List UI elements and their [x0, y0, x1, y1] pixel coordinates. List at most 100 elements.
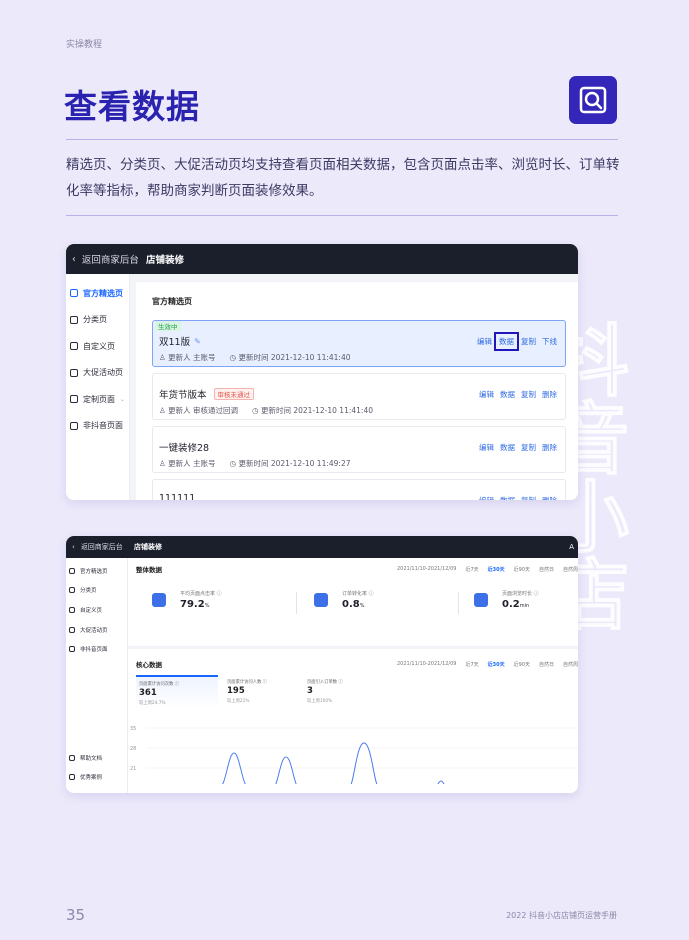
update-time: ◷ 更新时间 2021-12-10 11:41:40 — [252, 406, 373, 415]
sidebar-item-featured[interactable]: 官方精选页 — [66, 280, 129, 307]
page-card: 一键装修28 ♙ 更新人 主账号 ◷ 更新时间 2021-12-10 11:49:… — [152, 426, 566, 473]
top-bar: ‹ 返回商家后台 店铺装修 A — [66, 536, 578, 558]
edit-button[interactable]: 编辑 — [479, 495, 494, 500]
range-option[interactable]: 近90天 — [514, 566, 530, 573]
sidebar-item-custom[interactable]: 自定义页 — [66, 600, 127, 620]
footer-text: 2022 抖音小店店铺页运营手册 — [506, 911, 617, 920]
watermark: 抖音小店 — [575, 319, 630, 632]
edit-icon[interactable]: ✎ — [194, 337, 201, 346]
chevron-left-icon: ‹ — [72, 543, 75, 551]
overall-title: 整体数据 — [136, 566, 162, 574]
card-meta: ♙ 更新人 主账号 ◷ 更新时间 2021-12-10 11:49:27 — [159, 458, 351, 469]
order-icon — [314, 593, 328, 607]
metric-value: 0.8% — [342, 599, 365, 610]
range-option[interactable]: 近7天 — [465, 661, 478, 668]
content-area: 整体数据 2021/11/10-2021/12/09 近7天 近30天 近90天… — [128, 558, 578, 793]
range-option[interactable]: 近90天 — [514, 661, 530, 668]
range-option[interactable]: 近30天 — [488, 661, 505, 668]
data-button[interactable]: 数据 — [500, 495, 515, 500]
card-actions: 编辑 数据 复制 下线 — [477, 332, 557, 351]
y-tick-label: 35 — [130, 726, 136, 732]
sidebar-item-promotion[interactable]: 大促活动页 — [66, 620, 127, 640]
store-title: 店铺装修 — [146, 255, 185, 266]
chart-icon — [152, 593, 166, 607]
copy-button[interactable]: 复制 — [521, 442, 536, 453]
data-button[interactable]: 数据 — [500, 442, 515, 453]
sidebar-item-category[interactable]: 分类页 — [66, 307, 129, 334]
search-data-icon — [569, 76, 617, 124]
offline-button[interactable]: 下线 — [542, 336, 557, 347]
divider — [458, 592, 459, 614]
sidebar-item-help[interactable]: 帮助文档 — [66, 748, 127, 768]
status-badge: 生效中 — [155, 321, 181, 331]
sidebar-item-custom[interactable]: 自定义页 — [66, 333, 129, 360]
back-label: 返回商家后台 — [81, 255, 139, 266]
page-icon — [70, 289, 78, 298]
range-option[interactable]: 自然日 — [539, 566, 554, 573]
sidebar-item-non-douyin[interactable]: 非抖音页面 — [66, 413, 129, 440]
screenshot-data-dashboard: ‹ 返回商家后台 店铺装修 A 官方精选页 分类页 自定义页 大促活动页 非抖音… — [66, 536, 578, 793]
data-button[interactable]: 数据 — [500, 389, 515, 400]
clock-icon: ◷ — [252, 406, 259, 415]
sidebar: 官方精选页 分类页 自定义页 大促活动页 非抖音页面 帮助文档 优秀案例 — [66, 558, 128, 793]
back-link[interactable]: ‹ 返回商家后台 — [66, 252, 146, 267]
page-icon — [70, 421, 78, 430]
store-title: 店铺装修 — [134, 543, 162, 551]
delete-button[interactable]: 删除 — [542, 389, 557, 400]
edit-button[interactable]: 编辑 — [479, 442, 494, 453]
y-tick-label: 28 — [130, 746, 136, 752]
copy-button[interactable]: 复制 — [521, 336, 536, 347]
avatar[interactable]: A — [569, 543, 574, 551]
card-actions: 编辑 数据 复制 删除 — [479, 389, 557, 400]
delete-button[interactable]: 删除 — [542, 495, 557, 500]
page-number: 35 — [66, 906, 86, 924]
flag-icon — [70, 368, 78, 377]
page-card: 生效中 双11版 ✎ ♙ 更新人 主账号 ◷ 更新时间 2021-12-10 11:… — [152, 320, 566, 367]
data-button[interactable]: 数据 — [494, 332, 519, 351]
sidebar: 官方精选页 分类页 自定义页 大促活动页 定制页面 ⌄ 非抖音页面 — [66, 274, 130, 500]
updater: ♙ 更新人 审核通过回调 — [159, 406, 239, 415]
reject-badge: 审核未通过 — [213, 388, 255, 400]
metric-duration: 页面浏览时长 ⓘ 0.2min — [474, 590, 578, 620]
trend-chart: 35 28 21 — [130, 726, 578, 784]
core-title: 核心数据 — [136, 661, 162, 669]
overall-data-block: 整体数据 2021/11/10-2021/12/09 近7天 近30天 近90天… — [128, 558, 578, 646]
clock-icon — [474, 593, 488, 607]
sidebar-item-tailored[interactable]: 定制页面 ⌄ — [66, 386, 129, 413]
range-option[interactable]: 自然周 — [563, 566, 578, 573]
card-actions: 编辑 数据 复制 删除 — [479, 495, 557, 500]
intro-paragraph: 精选页、分类页、大促活动页均支持查看页面相关数据，包含页面点击率、浏览时长、订单… — [66, 157, 620, 199]
tab-visitors[interactable]: 页面累计访问人数 ⓘ 195 较上周21% — [224, 675, 306, 709]
edit-button[interactable]: 编辑 — [479, 389, 494, 400]
sidebar-item-featured[interactable]: 官方精选页 — [66, 561, 127, 581]
top-bar: ‹ 返回商家后台 店铺装修 — [66, 244, 578, 274]
edit-button[interactable]: 编辑 — [477, 336, 492, 347]
user-icon: ♙ — [159, 406, 166, 415]
range-option[interactable]: 近7天 — [465, 566, 478, 573]
doc-icon — [69, 754, 75, 761]
sidebar-item-non-douyin[interactable]: 非抖音页面 — [66, 639, 127, 659]
date-range: 2021/11/10-2021/12/09 — [396, 566, 457, 572]
page-icon — [69, 606, 75, 613]
range-option[interactable]: 自然日 — [539, 661, 554, 668]
update-time: ◷ 更新时间 2021-12-10 11:41:40 — [229, 353, 351, 362]
back-label: 返回商家后台 — [80, 543, 123, 551]
sidebar-item-cases[interactable]: 优秀案例 — [66, 767, 127, 787]
metric-value: 0.2min — [502, 599, 530, 610]
tab-visits[interactable]: 页面累计访问次数 ⓘ 361 较上周24.7% — [136, 675, 218, 709]
metric-click-rate: 平均页面点击率 ⓘ 79.2% — [152, 590, 282, 620]
back-link[interactable]: ‹ 返回商家后台 — [66, 542, 134, 552]
copy-button[interactable]: 复制 — [521, 495, 536, 500]
range-option[interactable]: 近30天 — [488, 566, 505, 573]
update-time: ◷ 更新时间 2021-12-10 11:49:27 — [229, 459, 351, 468]
copy-button[interactable]: 复制 — [521, 389, 536, 400]
tab-orders[interactable]: 页面引入订单数 ⓘ 3 较上周100% — [304, 675, 386, 709]
trend-line — [222, 742, 445, 784]
sidebar-item-promotion[interactable]: 大促活动页 — [66, 360, 129, 387]
sidebar-item-category[interactable]: 分类页 — [66, 581, 127, 601]
delete-button[interactable]: 删除 — [542, 442, 557, 453]
updater: ♙ 更新人 主账号 — [159, 353, 216, 362]
page-icon — [70, 342, 78, 351]
range-option[interactable]: 自然周 — [563, 661, 578, 668]
panel-title: 官方精选页 — [152, 297, 192, 306]
